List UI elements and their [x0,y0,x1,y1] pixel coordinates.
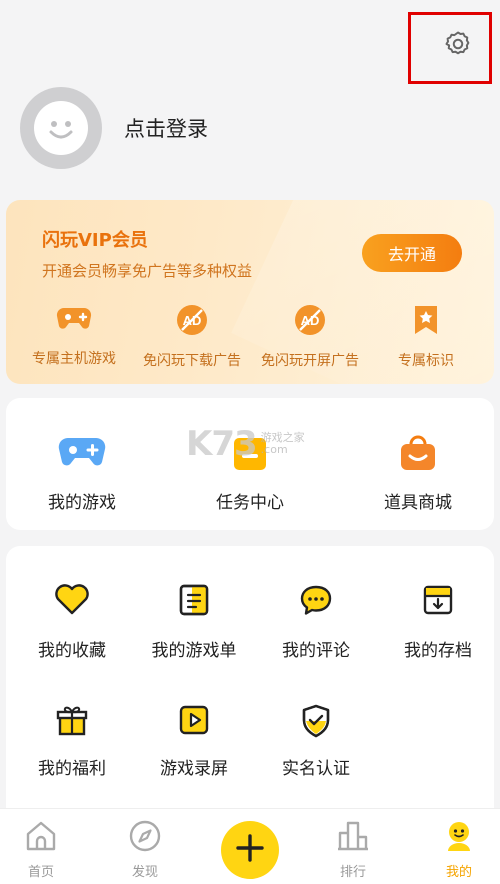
publish-plus-button[interactable] [221,821,279,879]
real-name-label: 实名认证 [282,759,350,779]
no-ad-icon: AD [176,304,208,340]
shopping-bag-icon [398,432,438,476]
archive-icon [422,584,454,620]
tab-ranking[interactable]: 排行 [318,819,388,880]
perk-no-splash-ads[interactable]: AD 免闪玩开屏广告 [254,304,366,370]
perk-label: 免闪玩下载广告 [143,353,241,369]
gamepad-icon [56,304,92,338]
perk-no-download-ads[interactable]: AD 免闪玩下载广告 [136,304,248,370]
shortcuts-card: 我的游戏 任务中心 道具商城 [6,398,494,530]
comments-label: 我的评论 [282,641,350,661]
watermark: K73 游戏之家 .com [186,424,305,464]
plus-icon [235,833,265,867]
item-store-label: 道具商城 [384,493,452,513]
ranking-icon [336,819,370,857]
game-list-button[interactable]: 我的游戏单 [142,584,246,661]
saves-button[interactable]: 我的存档 [386,584,490,661]
profile-login[interactable]: 点击登录 [20,86,208,170]
saves-label: 我的存档 [404,641,472,661]
my-games-button[interactable]: 我的游戏 [28,432,136,513]
tab-discover[interactable]: 发现 [110,819,180,880]
tab-discover-label: 发现 [131,865,158,880]
game-list-label: 我的游戏单 [151,641,237,661]
gift-icon [55,704,89,740]
benefits-button[interactable]: 我的福利 [20,704,124,779]
task-center-label: 任务中心 [216,493,284,513]
vip-card[interactable]: 闪玩VIP会员 开通会员畅享免广告等多种权益 去开通 专属主机游戏 AD [6,200,494,384]
video-play-icon [178,704,210,740]
profile-icon [442,819,476,857]
perk-exclusive-badge[interactable]: 专属标识 [384,304,468,370]
shield-check-icon [300,704,332,742]
comments-button[interactable]: 我的评论 [264,584,368,661]
tab-profile[interactable]: 我的 [424,819,494,880]
vip-title: 闪玩VIP会员 [42,230,148,251]
benefits-label: 我的福利 [38,759,106,779]
perk-label: 免闪玩开屏广告 [261,353,359,369]
perk-label: 专属标识 [398,353,454,369]
home-icon [24,819,58,857]
vip-subtitle: 开通会员畅享免广告等多种权益 [42,262,253,280]
tab-home-label: 首页 [27,865,54,880]
screen-record-label: 游戏录屏 [160,759,228,779]
no-ad-icon: AD [294,304,326,340]
watermark-line2: .com [260,443,288,456]
favorites-label: 我的收藏 [38,641,106,661]
comment-icon [299,584,333,620]
compass-icon [128,819,162,857]
avatar[interactable] [20,87,102,169]
perk-console-games[interactable]: 专属主机游戏 [26,304,122,368]
favorites-button[interactable]: 我的收藏 [20,584,124,661]
item-store-button[interactable]: 道具商城 [364,432,472,513]
bottom-tab-bar: 首页 发现 排行 我的 [0,808,500,884]
settings-button[interactable] [408,12,492,84]
gamepad-icon [58,432,106,476]
bookmark-star-icon [413,304,439,340]
menu-card: 我的收藏 我的游戏单 我的评论 我的存档 我的福利 游戏录屏 实名认证 [6,546,494,808]
tab-profile-label: 我的 [445,865,472,880]
login-link[interactable]: 点击登录 [124,113,208,143]
smiley-avatar-icon [34,101,88,155]
tab-ranking-label: 排行 [339,865,366,880]
perk-label: 专属主机游戏 [32,351,116,367]
tab-home[interactable]: 首页 [6,819,76,880]
vip-open-button[interactable]: 去开通 [362,234,462,272]
gear-icon [443,29,473,63]
heart-icon [54,584,90,620]
real-name-button[interactable]: 实名认证 [264,704,368,779]
screen-record-button[interactable]: 游戏录屏 [142,704,246,779]
my-games-label: 我的游戏 [48,493,116,513]
watermark-main: K73 [186,424,258,464]
list-icon [178,584,210,620]
